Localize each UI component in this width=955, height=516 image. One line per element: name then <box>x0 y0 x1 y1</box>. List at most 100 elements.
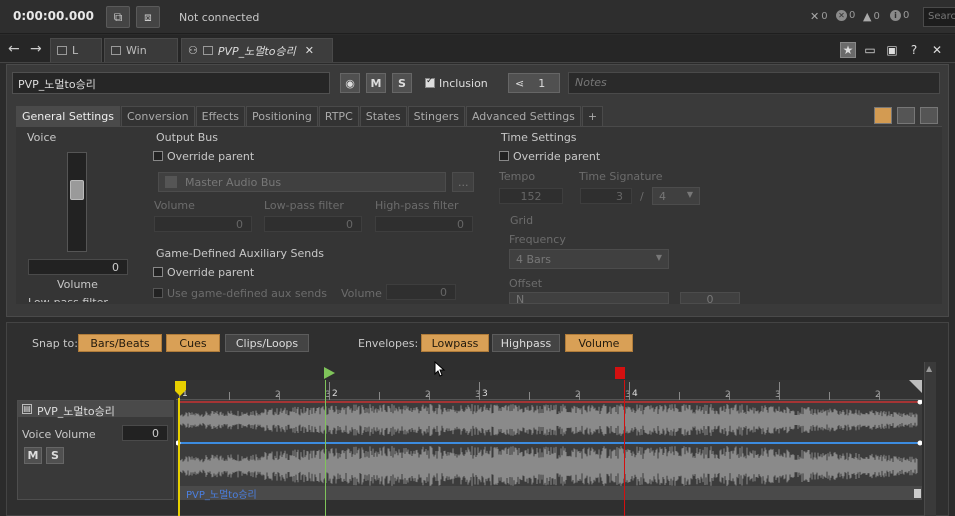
snap-cues-button[interactable]: Cues <box>166 334 220 352</box>
info-counter[interactable]: i0 <box>890 10 909 21</box>
warning-counter[interactable]: ▲ 0 <box>863 10 880 23</box>
ruler-tick <box>629 382 630 400</box>
bus-icon <box>165 176 177 188</box>
tab-advanced-settings[interactable]: Advanced Settings <box>465 106 581 126</box>
waveform-channel <box>179 446 918 486</box>
checkbox-icon <box>153 288 163 298</box>
checkbox-icon <box>153 151 163 161</box>
ruler-bar-label: 3 <box>482 389 488 399</box>
track-mute-button[interactable]: M <box>24 447 42 464</box>
solo-button[interactable]: S <box>392 73 412 93</box>
tempo-field[interactable]: 152 <box>499 188 563 204</box>
voice-volume-value[interactable]: 0 <box>28 259 128 275</box>
notes-field[interactable]: Notes <box>568 72 940 94</box>
output-lowpass-field[interactable]: 0 <box>264 216 362 232</box>
envelope-highpass-button[interactable]: Highpass <box>492 334 560 352</box>
entry-cue-marker[interactable] <box>174 380 188 398</box>
output-volume-field[interactable]: 0 <box>154 216 252 232</box>
output-bus-browse-button[interactable]: ... <box>452 172 474 192</box>
tab-states[interactable]: States <box>359 106 407 126</box>
ruler-tick-layer: 23232323231234 <box>176 380 931 400</box>
mouse-cursor-icon <box>434 361 446 377</box>
envelope-point[interactable] <box>917 400 923 405</box>
color-palette-button[interactable]: ◉ <box>340 73 360 93</box>
scroll-up-icon[interactable]: ▲ <box>926 364 932 373</box>
layout-single-button[interactable] <box>874 107 892 124</box>
tab-conversion[interactable]: Conversion <box>120 106 195 126</box>
tab-general-settings[interactable]: General Settings <box>16 106 120 126</box>
mute-button[interactable]: M <box>366 73 386 93</box>
error-counter[interactable]: ✕ 0 <box>810 10 828 23</box>
timeline-vertical-scrollbar[interactable] <box>924 362 936 516</box>
remote-connect-button[interactable]: ⧉ <box>106 6 130 28</box>
time-settings-title: Time Settings <box>501 131 577 144</box>
use-aux-sends-checkbox[interactable]: Use game-defined aux sends <box>153 287 327 300</box>
time-signature-numerator[interactable]: 3 <box>580 188 632 204</box>
snap-bars-beats-button[interactable]: Bars/Beats <box>78 334 162 352</box>
output-bus-selector[interactable]: Master Audio Bus <box>158 172 446 192</box>
share-icon: ⚇ <box>188 44 198 57</box>
forward-arrow-icon[interactable]: → <box>30 41 42 57</box>
track-expand-icon[interactable]: ▤ <box>22 404 32 414</box>
close-icon[interactable]: ✕ <box>929 42 945 58</box>
envelope-volume-button[interactable]: Volume <box>565 334 633 352</box>
grid-offset-dropdown[interactable]: N <box>509 292 669 304</box>
tab-layout-l[interactable]: L <box>50 38 102 62</box>
envelope-point[interactable] <box>917 440 923 446</box>
chevron-down-icon: ▼ <box>686 190 693 199</box>
add-tab-button[interactable]: + <box>581 106 604 126</box>
time-override-checkbox[interactable]: Override parent <box>499 150 600 163</box>
disconnect-button[interactable]: ⧈ <box>136 6 160 28</box>
snap-clips-loops-button[interactable]: Clips/Loops <box>225 334 309 352</box>
track-voice-volume-field[interactable]: 0 <box>122 425 168 441</box>
checkbox-checked-icon <box>425 76 435 88</box>
voice-volume-fader[interactable] <box>67 152 87 252</box>
ruler-tick <box>529 392 530 400</box>
aux-volume-field[interactable]: 0 <box>386 284 456 300</box>
output-highpass-field[interactable]: 0 <box>375 216 473 232</box>
grid-offset-field[interactable]: 0 <box>680 292 740 304</box>
help-icon[interactable]: ? <box>906 42 922 58</box>
close-tab-icon[interactable]: ✕ <box>305 44 314 57</box>
output-bus-override-checkbox[interactable]: Override parent <box>153 150 254 163</box>
grid-label: Grid <box>510 214 534 227</box>
error-icon: ✕ <box>836 10 847 21</box>
ruler-tick <box>579 392 580 400</box>
tab-positioning[interactable]: Positioning <box>246 106 318 126</box>
time-signature-label: Time Signature <box>579 170 663 183</box>
object-name-field[interactable]: PVP_노멀to승리 <box>12 72 330 94</box>
back-arrow-icon[interactable]: ← <box>8 41 20 57</box>
fader-handle[interactable] <box>70 180 84 200</box>
folder-icon[interactable]: ▭ <box>862 42 878 58</box>
layout-stack-button[interactable] <box>920 107 938 124</box>
tab-effects[interactable]: Effects <box>195 106 246 126</box>
clip-label-bar[interactable] <box>180 486 922 500</box>
track-solo-button[interactable]: S <box>46 447 64 464</box>
chevron-down-icon: ▼ <box>655 253 662 262</box>
time-signature-denominator[interactable]: 4 ▼ <box>652 187 700 205</box>
grid-frequency-dropdown[interactable]: 4 Bars ▼ <box>509 249 669 269</box>
tab-rtpc[interactable]: RTPC <box>318 106 359 126</box>
inclusion-checkbox[interactable]: Inclusion <box>425 76 488 90</box>
transport-clock: 0:00:00.000 <box>13 9 94 23</box>
favorite-icon[interactable]: ★ <box>840 42 856 58</box>
post-exit-marker[interactable] <box>909 380 923 394</box>
save-icon[interactable]: ▣ <box>884 42 900 58</box>
search-input[interactable]: Searc <box>923 7 955 27</box>
aux-override-checkbox[interactable]: Override parent <box>153 266 254 279</box>
tab-stingers[interactable]: Stingers <box>407 106 465 126</box>
envelope-lowpass-button[interactable]: Lowpass <box>421 334 489 352</box>
share-references-button[interactable]: ⋖ 1 <box>508 73 560 93</box>
audio-waveform[interactable] <box>176 400 922 500</box>
tab-layout-win[interactable]: Win <box>104 38 178 62</box>
ruler-bar-label: 2 <box>332 389 338 399</box>
layout-split-button[interactable] <box>897 107 915 124</box>
fatal-counter[interactable]: ✕ 0 <box>836 10 855 21</box>
window-icon <box>57 46 67 55</box>
waveform-channel <box>179 404 918 436</box>
clip-resize-handle[interactable] <box>914 489 921 498</box>
ruler-tick <box>329 382 330 400</box>
tab-object-editor[interactable]: ⚇ PVP_노멀to승리 ✕ <box>181 38 333 62</box>
frequency-label: Frequency <box>509 233 566 246</box>
info-icon: i <box>890 10 901 21</box>
